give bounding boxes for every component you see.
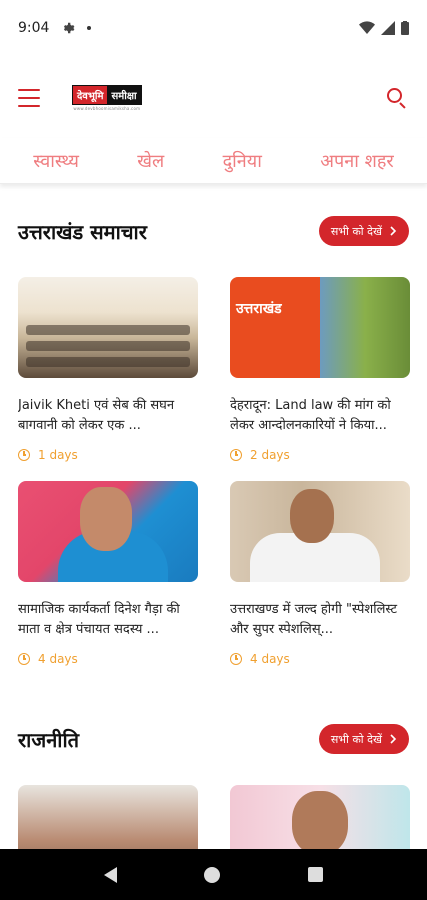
menu-icon[interactable] [18, 89, 40, 107]
uttarakhand-map-photo: उत्तराखंड [230, 277, 410, 378]
status-time: 9:04 [18, 20, 50, 36]
news-card[interactable]: सामाजिक कार्यकर्ता दिनेश गैड़ा की माता व… [18, 481, 198, 666]
nav-back-icon[interactable] [103, 866, 117, 883]
signal-icon [381, 21, 395, 35]
system-nav-bar [0, 849, 427, 900]
section-header-uttarakhand: उत्तराखंड समाचार सभी को देखें [0, 214, 427, 248]
map-label: उत्तराखंड [236, 301, 282, 317]
wifi-icon [359, 21, 375, 34]
clock-icon [230, 653, 242, 665]
chevron-right-icon [390, 734, 397, 744]
section-title: उत्तराखंड समाचार [18, 219, 147, 244]
see-all-label: सभी को देखें [330, 732, 382, 746]
news-card[interactable]: Jaivik Kheti एवं सेब की सघन बागवानी को ल… [18, 277, 198, 462]
search-icon[interactable] [385, 86, 409, 110]
nav-recent-icon[interactable] [308, 867, 324, 882]
see-all-label: सभी को देखें [330, 224, 382, 238]
news-card[interactable]: उत्तराखंड देहरादून: Land law की मांग को … [230, 277, 410, 462]
meeting-hall-photo [18, 277, 198, 378]
section-title: राजनीति [18, 727, 80, 752]
logo[interactable]: देवभूमि समीक्षा www.devbhoomisamiksha.co… [72, 85, 142, 111]
tab-sports[interactable]: खेल [137, 149, 164, 173]
notification-dot [87, 26, 92, 30]
card-time: 4 days [38, 652, 78, 666]
see-all-button[interactable]: सभी को देखें [318, 724, 409, 754]
card-time: 1 days [38, 448, 78, 462]
tab-world[interactable]: दुनिया [223, 149, 262, 173]
clock-icon [18, 449, 30, 461]
tab-my-city[interactable]: अपना शहर [320, 149, 394, 173]
card-headline: Jaivik Kheti एवं सेब की सघन बागवानी को ल… [18, 398, 175, 433]
chevron-right-icon [390, 226, 397, 236]
battery-icon [401, 21, 409, 35]
see-all-button[interactable]: सभी को देखें [318, 216, 409, 246]
app-header: देवभूमि समीक्षा www.devbhoomisamiksha.co… [0, 70, 427, 126]
card-headline: उत्तराखण्ड में जल्द होगी "स्पेशलिस्ट और … [230, 602, 398, 637]
card-headline: सामाजिक कार्यकर्ता दिनेश गैड़ा की माता व… [18, 602, 180, 637]
category-tabs: स्वास्थ्य खेल दुनिया अपना शहर [0, 138, 427, 184]
card-time: 4 days [250, 652, 290, 666]
settings-icon [64, 22, 75, 34]
official-with-mask-photo [230, 481, 410, 582]
tab-health[interactable]: स्वास्थ्य [33, 149, 79, 173]
elderly-woman-photo [18, 481, 198, 582]
clock-icon [18, 653, 30, 665]
status-bar: 9:04 [0, 0, 427, 56]
logo-part-2: समीक्षा [107, 86, 141, 104]
nav-home-icon[interactable] [204, 866, 221, 883]
logo-subtitle: www.devbhoomisamiksha.com [73, 106, 141, 111]
section-header-politics: राजनीति सभी को देखें [0, 722, 427, 756]
card-time: 2 days [250, 448, 290, 462]
clock-icon [230, 449, 242, 461]
news-card[interactable]: उत्तराखण्ड में जल्द होगी "स्पेशलिस्ट और … [230, 481, 410, 666]
logo-part-1: देवभूमि [73, 86, 108, 104]
card-headline: देहरादून: Land law की मांग को लेकर आन्दो… [230, 398, 391, 433]
